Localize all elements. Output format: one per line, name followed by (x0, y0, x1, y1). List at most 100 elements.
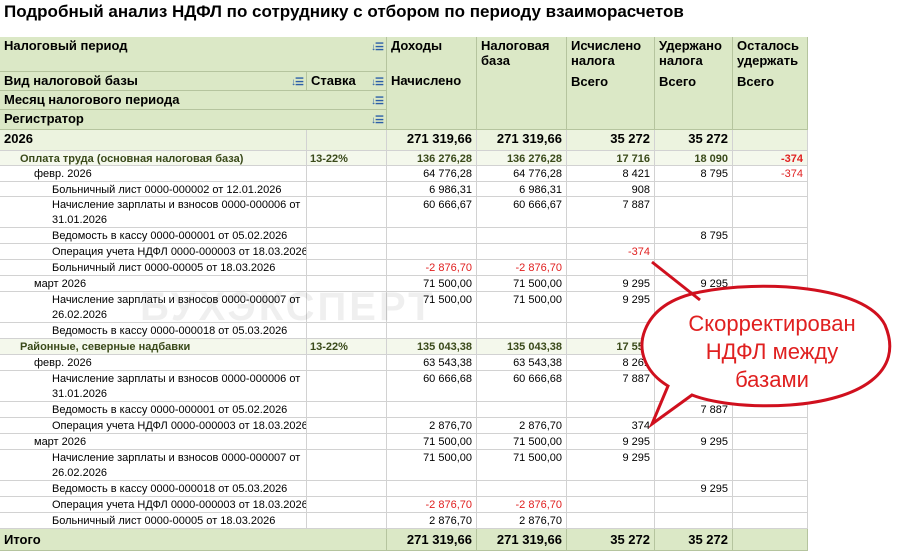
cell-held[interactable] (655, 182, 733, 197)
cell-calc[interactable]: 9 295 (567, 450, 655, 481)
cell-income[interactable]: 64 776,28 (387, 166, 477, 182)
cell-calc[interactable]: 7 887 (567, 371, 655, 402)
cell-income[interactable]: 63 543,38 (387, 355, 477, 371)
cell-rem[interactable] (733, 371, 808, 402)
cell-base[interactable] (477, 323, 567, 339)
cell-held[interactable]: 7 887 (655, 355, 733, 371)
cell-held[interactable]: 18 090 (655, 151, 733, 166)
cell-held[interactable]: 7 887 (655, 402, 733, 418)
header-rate[interactable]: Ставка ↓☰ (307, 72, 387, 91)
cell-base[interactable]: 271 319,66 (477, 130, 567, 151)
header-registrar[interactable]: Регистратор ↓☰ (0, 110, 387, 130)
cell-name[interactable]: 2026 (0, 130, 307, 151)
cell-base[interactable]: 71 500,00 (477, 434, 567, 450)
cell-income[interactable]: 71 500,00 (387, 276, 477, 292)
cell-rate[interactable] (307, 228, 387, 244)
cell-calc[interactable]: 9 295 (567, 434, 655, 450)
cell-rate[interactable] (307, 197, 387, 228)
cell-base[interactable]: 60 666,68 (477, 371, 567, 402)
sort-icon[interactable]: ↓☰ (371, 40, 384, 55)
header-base-type[interactable]: Вид налоговой базы ↓☰ (0, 72, 307, 91)
cell-calc[interactable] (567, 513, 655, 529)
cell-rate[interactable] (307, 276, 387, 292)
cell-name[interactable]: Ведомость в кассу 0000-000018 от 05.03.2… (0, 481, 307, 497)
cell-name[interactable]: Больничный лист 0000-000002 от 12.01.202… (0, 182, 307, 197)
cell-name[interactable]: Начисление зарплаты и взносов 0000-00000… (0, 450, 307, 481)
cell-held[interactable]: 35 272 (655, 130, 733, 151)
cell-base[interactable]: 6 986,31 (477, 182, 567, 197)
cell-name[interactable]: Операция учета НДФЛ 0000-000003 от 18.03… (0, 418, 307, 434)
cell-held[interactable] (655, 450, 733, 481)
cell-income[interactable] (387, 244, 477, 260)
cell-calc[interactable]: 17 716 (567, 151, 655, 166)
cell-income[interactable]: 71 500,00 (387, 434, 477, 450)
cell-rate[interactable] (307, 434, 387, 450)
cell-name[interactable]: Операция учета НДФЛ 0000-000003 от 18.03… (0, 497, 307, 513)
cell-base[interactable]: -2 876,70 (477, 260, 567, 276)
cell-base[interactable] (477, 244, 567, 260)
cell-rate[interactable] (307, 402, 387, 418)
cell-rate[interactable] (307, 371, 387, 402)
sort-icon[interactable]: ↓☰ (291, 75, 304, 90)
cell-rate[interactable] (307, 260, 387, 276)
cell-rem[interactable] (733, 244, 808, 260)
cell-rem[interactable] (733, 182, 808, 197)
cell-rate[interactable] (307, 182, 387, 197)
cell-income[interactable]: 136 276,28 (387, 151, 477, 166)
cell-rate[interactable] (307, 418, 387, 434)
cell-rem[interactable]: -374 (733, 166, 808, 182)
cell-calc[interactable]: 8 421 (567, 166, 655, 182)
header-tax-base[interactable]: Налоговая база (477, 37, 567, 130)
cell-name[interactable]: Районные, северные надбавки (0, 339, 307, 355)
cell-base[interactable]: 71 500,00 (477, 276, 567, 292)
header-withheld[interactable]: Удержано налога Всего (655, 37, 733, 130)
cell-income[interactable]: 6 986,31 (387, 182, 477, 197)
cell-rate[interactable] (307, 481, 387, 497)
cell-calc[interactable] (567, 481, 655, 497)
cell-rem[interactable] (733, 197, 808, 228)
cell-income[interactable]: 60 666,68 (387, 371, 477, 402)
cell-held[interactable]: 9 295 (655, 323, 733, 339)
cell-base[interactable]: 71 500,00 (477, 292, 567, 323)
cell-held[interactable] (655, 260, 733, 276)
cell-calc[interactable] (567, 228, 655, 244)
cell-base[interactable]: 63 543,38 (477, 355, 567, 371)
cell-held[interactable]: 9 295 (655, 434, 733, 450)
cell-income[interactable]: -2 876,70 (387, 260, 477, 276)
cell-name[interactable]: март 2026 (0, 434, 307, 450)
cell-held[interactable] (655, 292, 733, 323)
cell-name[interactable]: Оплата труда (основная налоговая база) (0, 151, 307, 166)
header-period[interactable]: Налоговый период ↓☰ (0, 37, 387, 72)
cell-rem[interactable] (733, 323, 808, 339)
cell-base[interactable]: 64 776,28 (477, 166, 567, 182)
cell-name[interactable]: Начисление зарплаты и взносов 0000-00000… (0, 371, 307, 402)
cell-calc[interactable] (567, 323, 655, 339)
cell-calc[interactable]: 35 272 (567, 130, 655, 151)
cell-rate[interactable] (307, 292, 387, 323)
sort-icon[interactable]: ↓☰ (371, 113, 384, 128)
cell-income[interactable] (387, 228, 477, 244)
cell-calc[interactable]: 17 556 (567, 339, 655, 355)
cell-held[interactable]: 9 295 (655, 481, 733, 497)
cell-name[interactable]: Начисление зарплаты и взносов 0000-00000… (0, 197, 307, 228)
cell-rate[interactable] (307, 450, 387, 481)
cell-rate[interactable] (307, 513, 387, 529)
cell-rem[interactable] (733, 276, 808, 292)
cell-base[interactable]: 2 876,70 (477, 418, 567, 434)
cell-name[interactable]: Начисление зарплаты и взносов 0000-00000… (0, 292, 307, 323)
cell-rem[interactable] (733, 339, 808, 355)
cell-held[interactable] (655, 418, 733, 434)
cell-name[interactable]: Больничный лист 0000-00005 от 18.03.2026 (0, 260, 307, 276)
cell-held[interactable]: 8 795 (655, 228, 733, 244)
cell-income[interactable]: 71 500,00 (387, 292, 477, 323)
cell-base[interactable]: 71 500,00 (477, 450, 567, 481)
cell-calc[interactable]: 374 (567, 418, 655, 434)
cell-income[interactable]: 271 319,66 (387, 130, 477, 151)
cell-calc[interactable]: 8 261 (567, 355, 655, 371)
cell-base[interactable]: 2 876,70 (477, 513, 567, 529)
cell-rem[interactable] (733, 497, 808, 513)
cell-held[interactable]: 17 182 (655, 339, 733, 355)
cell-base[interactable]: 60 666,67 (477, 197, 567, 228)
cell-rem[interactable] (733, 402, 808, 418)
cell-calc[interactable]: 9 295 (567, 276, 655, 292)
